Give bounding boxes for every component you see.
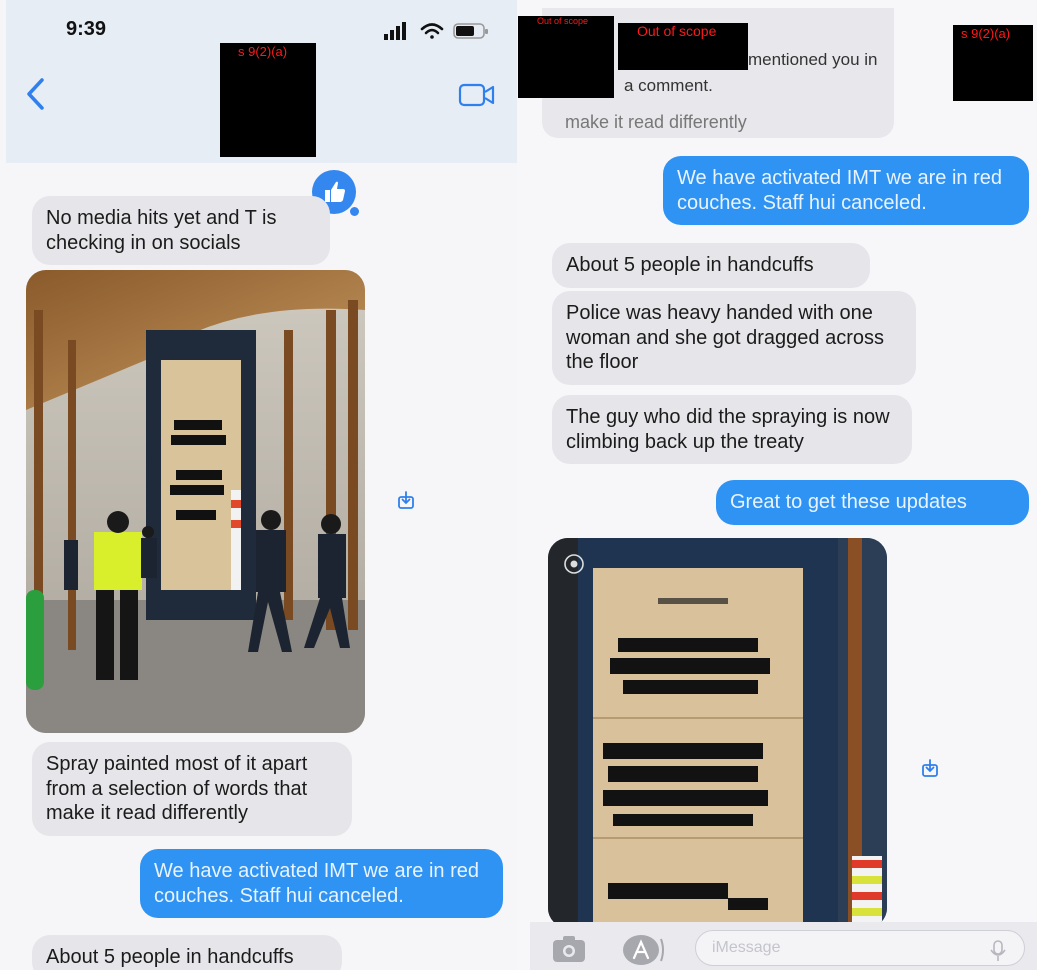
- message-outgoing[interactable]: Great to get these updates: [716, 480, 1029, 525]
- share-icon[interactable]: [396, 490, 416, 510]
- message-incoming[interactable]: About 5 people in handcuffs: [552, 243, 870, 288]
- photo-police-hall: [26, 270, 365, 733]
- out-of-scope-redaction-1: [518, 16, 614, 98]
- message-outgoing[interactable]: We have activated IMT we are in red couc…: [663, 156, 1029, 225]
- contact-name-redaction: [220, 43, 316, 157]
- message-incoming-partial[interactable]: About 5 people in handcuffs: [32, 935, 342, 970]
- message-input-placeholder: iMessage: [712, 939, 781, 956]
- app-store-icon[interactable]: [621, 933, 665, 967]
- contact-name-redaction-label: s 9(2)(a): [238, 44, 288, 59]
- out-of-scope-label-1: Out of scope: [537, 16, 589, 26]
- message-incoming[interactable]: Spray painted most of it apart from a se…: [32, 742, 352, 836]
- video-call-icon[interactable]: [458, 82, 496, 108]
- status-time: 9:39: [66, 18, 107, 40]
- message-incoming[interactable]: Police was heavy handed with one woman a…: [552, 291, 916, 385]
- signal-icon: [384, 22, 406, 40]
- status-icons: [384, 22, 488, 40]
- s92a-label-right: s 9(2)(a): [961, 26, 1011, 41]
- back-chevron-icon[interactable]: [24, 76, 48, 112]
- out-of-scope-label-2: Out of scope: [637, 23, 717, 39]
- photo-message-police-in-hall[interactable]: [26, 270, 365, 733]
- left-screenshot: 9:39 s 9(2)(a) No media hits yet and T i…: [0, 0, 527, 970]
- battery-icon: [453, 23, 488, 39]
- mic-icon[interactable]: [990, 940, 1006, 962]
- reaction-tail: [350, 207, 359, 216]
- notification-text-1: mentioned you in: [748, 50, 878, 69]
- share-icon[interactable]: [920, 758, 940, 778]
- message-incoming[interactable]: No media hits yet and T is checking in o…: [32, 196, 330, 265]
- wifi-icon: [420, 23, 444, 39]
- camera-icon[interactable]: [551, 934, 589, 964]
- message-outgoing[interactable]: We have activated IMT we are in red couc…: [140, 849, 503, 918]
- message-input[interactable]: iMessage: [695, 930, 1025, 966]
- partial-previous-message: make it read differently: [565, 112, 747, 132]
- message-incoming[interactable]: The guy who did the spraying is now clim…: [552, 395, 912, 464]
- photo-message-vandalised-treaty[interactable]: [548, 538, 887, 928]
- photo-treaty-panels: [548, 538, 887, 928]
- notification-text-2: a comment.: [624, 76, 713, 95]
